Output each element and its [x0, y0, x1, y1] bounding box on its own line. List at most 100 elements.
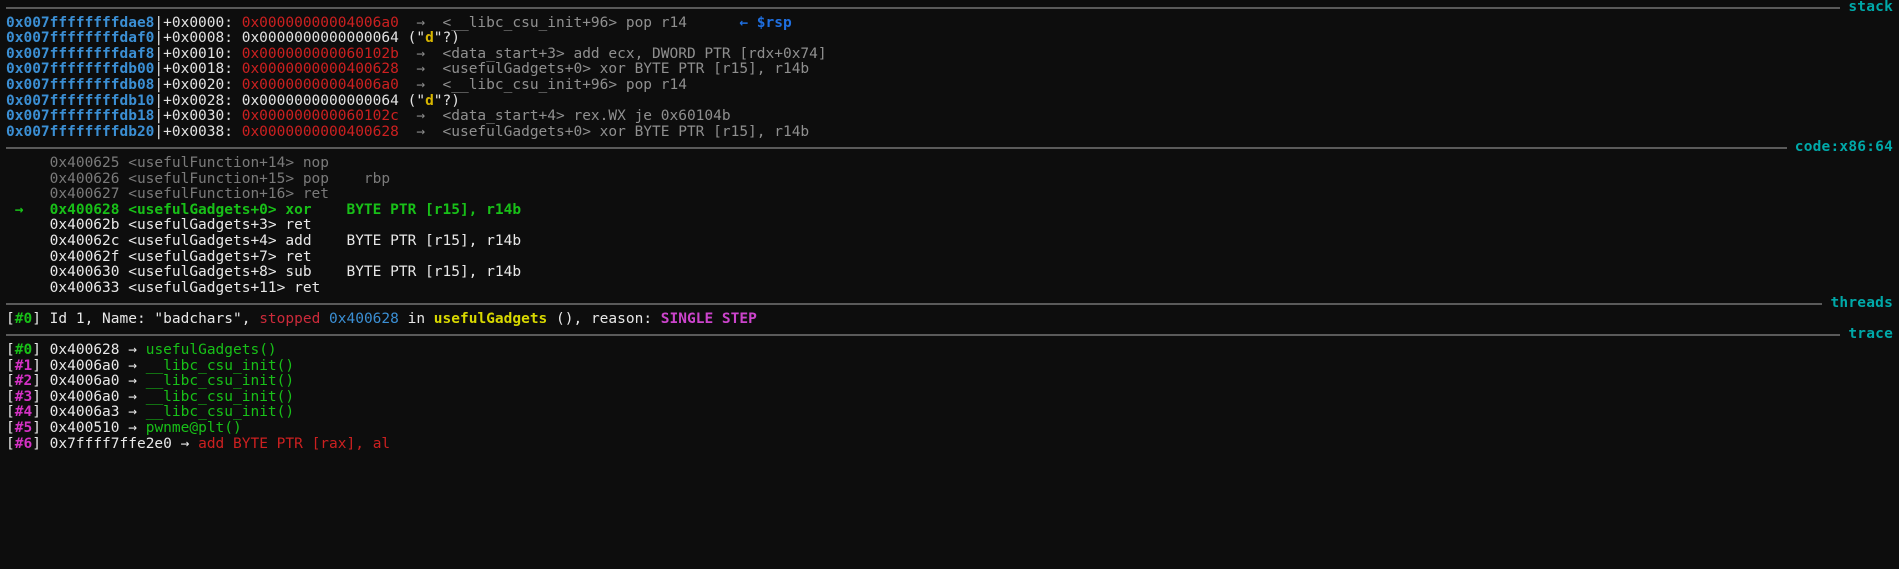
current-instruction-arrow — [6, 155, 50, 171]
stack-separator: | — [154, 30, 164, 47]
code-row[interactable]: 0x40062f <usefulGadgets+7> ret — [0, 249, 1899, 266]
trace-index: #1 — [14, 358, 33, 374]
thread-index: #0 — [14, 311, 33, 327]
stack-section-divider: stack — [0, 0, 1899, 16]
trace-index: #5 — [14, 421, 33, 437]
divider-rule — [6, 303, 1823, 306]
thread-row[interactable]: [#0] Id 1, Name: "badchars", stopped 0x4… — [0, 312, 1899, 328]
code-row[interactable]: 0x400630 <usefulGadgets+8> sub BYTE PTR … — [0, 264, 1899, 281]
stack-address: 0x007ffffffffdaf8 — [6, 45, 155, 62]
code-instruction: 0x40062c <usefulGadgets+4> add BYTE PTR … — [49, 232, 522, 249]
trace-section-title: trace — [1848, 326, 1893, 343]
stack-offset: +0x0030: — [163, 108, 242, 125]
trace-function: __libc_csu_init() — [145, 389, 295, 405]
code-row[interactable]: 0x400625 <usefulFunction+14> nop — [0, 155, 1899, 172]
trace-row[interactable]: [#4] 0x4006a3 → __libc_csu_init() — [0, 405, 1899, 421]
trace-index: #2 — [14, 374, 33, 390]
stack-string-open: (" — [398, 30, 426, 47]
trace-address: 0x400628 — [49, 343, 120, 359]
trace-row[interactable]: [#5] 0x400510 → pwnme@plt() — [0, 421, 1899, 437]
trace-row[interactable]: [#3] 0x4006a0 → __libc_csu_init() — [0, 390, 1899, 406]
stack-symbol: <__libc_csu_init+96> pop r14 — [442, 76, 687, 93]
trace-row[interactable]: [#1] 0x4006a0 → __libc_csu_init() — [0, 359, 1899, 375]
stack-address: 0x007ffffffffdb08 — [6, 76, 155, 93]
stack-row[interactable]: 0x007ffffffffdaf8 | +0x0010: 0x00000000006… — [0, 45, 1899, 63]
code-row[interactable]: 0x400627 <usefulFunction+16> ret — [0, 186, 1899, 203]
thread-id-name: Id 1, Name: "badchars", — [40, 311, 260, 327]
threads-section-title: threads — [1830, 295, 1893, 312]
trace-index: #6 — [14, 436, 33, 452]
threads-section-divider: threads — [0, 296, 1899, 312]
stack-address: 0x007ffffffffdaf0 — [6, 30, 155, 47]
trace-address: 0x4006a0 — [49, 374, 120, 390]
stack-symbol: <usefulGadgets+0> xor BYTE PTR [r15], r1… — [442, 61, 810, 78]
trace-address: 0x4006a3 — [49, 405, 120, 421]
trace-bracket-open: [ — [6, 421, 15, 437]
stack-separator: | — [154, 108, 164, 125]
stack-row[interactable]: 0x007ffffffffdb18 | +0x0030: 0x00000000006… — [0, 109, 1899, 125]
stack-row[interactable]: 0x007ffffffffdb20 | +0x0038: 0x00000000004… — [0, 123, 1899, 141]
thread-space — [320, 312, 329, 327]
stack-deref-arrow: → — [398, 123, 443, 140]
trace-bracket-open: [ — [6, 343, 15, 359]
trace-row[interactable]: [#2] 0x4006a0 → __libc_csu_init() — [0, 374, 1899, 390]
trace-bracket-close: ] — [32, 343, 50, 359]
trace-arrow: → — [119, 405, 146, 421]
code-row[interactable]: 0x400626 <usefulFunction+15> pop rbp — [0, 171, 1899, 188]
stack-address: 0x007ffffffffdb18 — [6, 108, 155, 125]
trace-row[interactable]: [#6] 0x7ffff7ffe2e0 → add BYTE PTR [rax]… — [0, 437, 1899, 453]
trace-address: 0x400510 — [49, 421, 120, 437]
code-instruction: 0x400627 <usefulFunction+16> ret — [49, 186, 330, 203]
thread-function-name: usefulGadgets — [433, 311, 548, 327]
stack-deref-arrow: → — [398, 45, 443, 62]
stack-string-close: "?) — [433, 92, 460, 109]
trace-arrow: → — [119, 389, 146, 405]
divider-rule — [6, 334, 1841, 337]
stack-string-close: "?) — [433, 30, 460, 47]
trace-pane: [#0] 0x400628 → usefulGadgets() [#1] 0x40… — [0, 343, 1899, 452]
trace-function: __libc_csu_init() — [145, 358, 295, 374]
trace-address: 0x4006a0 — [49, 389, 120, 405]
stack-symbol: <data_start+4> rex.WX je 0x60104b — [442, 108, 731, 125]
stack-row[interactable]: 0x007ffffffffdb10 | +0x0028: 0x00000000000… — [0, 92, 1899, 110]
stack-section-title: stack — [1848, 0, 1893, 15]
trace-row[interactable]: [#0] 0x400628 → usefulGadgets() — [0, 343, 1899, 359]
divider-rule — [6, 6, 1841, 9]
trace-bracket-open: [ — [6, 374, 15, 390]
stack-string-char: d — [425, 30, 434, 47]
stack-row[interactable]: 0x007ffffffffdb00 | +0x0018: 0x00000000004… — [0, 62, 1899, 78]
trace-function: __libc_csu_init() — [145, 374, 295, 390]
threads-pane: [#0] Id 1, Name: "badchars", stopped 0x4… — [0, 312, 1899, 328]
stack-string-char: d — [425, 92, 434, 109]
stack-value: 0x000000000060102b — [241, 45, 399, 62]
current-instruction-arrow — [6, 264, 50, 280]
code-instruction: 0x400628 <usefulGadgets+0> xor BYTE PTR … — [49, 201, 522, 218]
current-instruction-arrow — [6, 186, 50, 202]
current-instruction-arrow — [6, 233, 50, 249]
stack-deref-arrow: → — [398, 61, 443, 78]
code-row[interactable]: 0x40062b <usefulGadgets+3> ret — [0, 218, 1899, 234]
stack-row[interactable]: 0x007ffffffffdae8 | +0x0000: 0x00000000004… — [0, 14, 1899, 32]
stack-separator: | — [154, 14, 164, 31]
stack-address: 0x007ffffffffdb10 — [6, 92, 155, 109]
stack-deref-arrow: → — [398, 76, 443, 93]
thread-in-text: in — [398, 311, 434, 327]
trace-function: pwnme@plt() — [145, 421, 242, 437]
stack-value: 0x0000000000000064 — [241, 30, 399, 47]
stack-row[interactable]: 0x007ffffffffdaf0 | +0x0008: 0x00000000000… — [0, 31, 1899, 47]
stack-row[interactable]: 0x007ffffffffdb08 | +0x0020: 0x00000000004… — [0, 76, 1899, 94]
stack-value: 0x0000000000400628 — [241, 123, 399, 140]
stack-address: 0x007ffffffffdb20 — [6, 123, 155, 140]
current-instruction-arrow — [6, 217, 50, 233]
code-row[interactable]: → 0x400628 <usefulGadgets+0> xor BYTE PT… — [0, 201, 1899, 219]
code-instruction: 0x400633 <usefulGadgets+11> ret — [49, 279, 321, 296]
stack-symbol: <usefulGadgets+0> xor BYTE PTR [r15], r1… — [442, 123, 810, 140]
stack-offset: +0x0008: — [163, 30, 242, 47]
stack-offset: +0x0000: — [163, 14, 242, 31]
trace-bracket-close: ] — [32, 405, 50, 421]
code-row[interactable]: 0x400633 <usefulGadgets+11> ret — [0, 279, 1899, 297]
stack-deref-arrow: → — [398, 108, 443, 125]
code-row[interactable]: 0x40062c <usefulGadgets+4> add BYTE PTR … — [0, 232, 1899, 250]
trace-instruction: add BYTE PTR [rax], al — [198, 436, 391, 452]
thread-stopped-address: 0x400628 — [329, 311, 399, 327]
